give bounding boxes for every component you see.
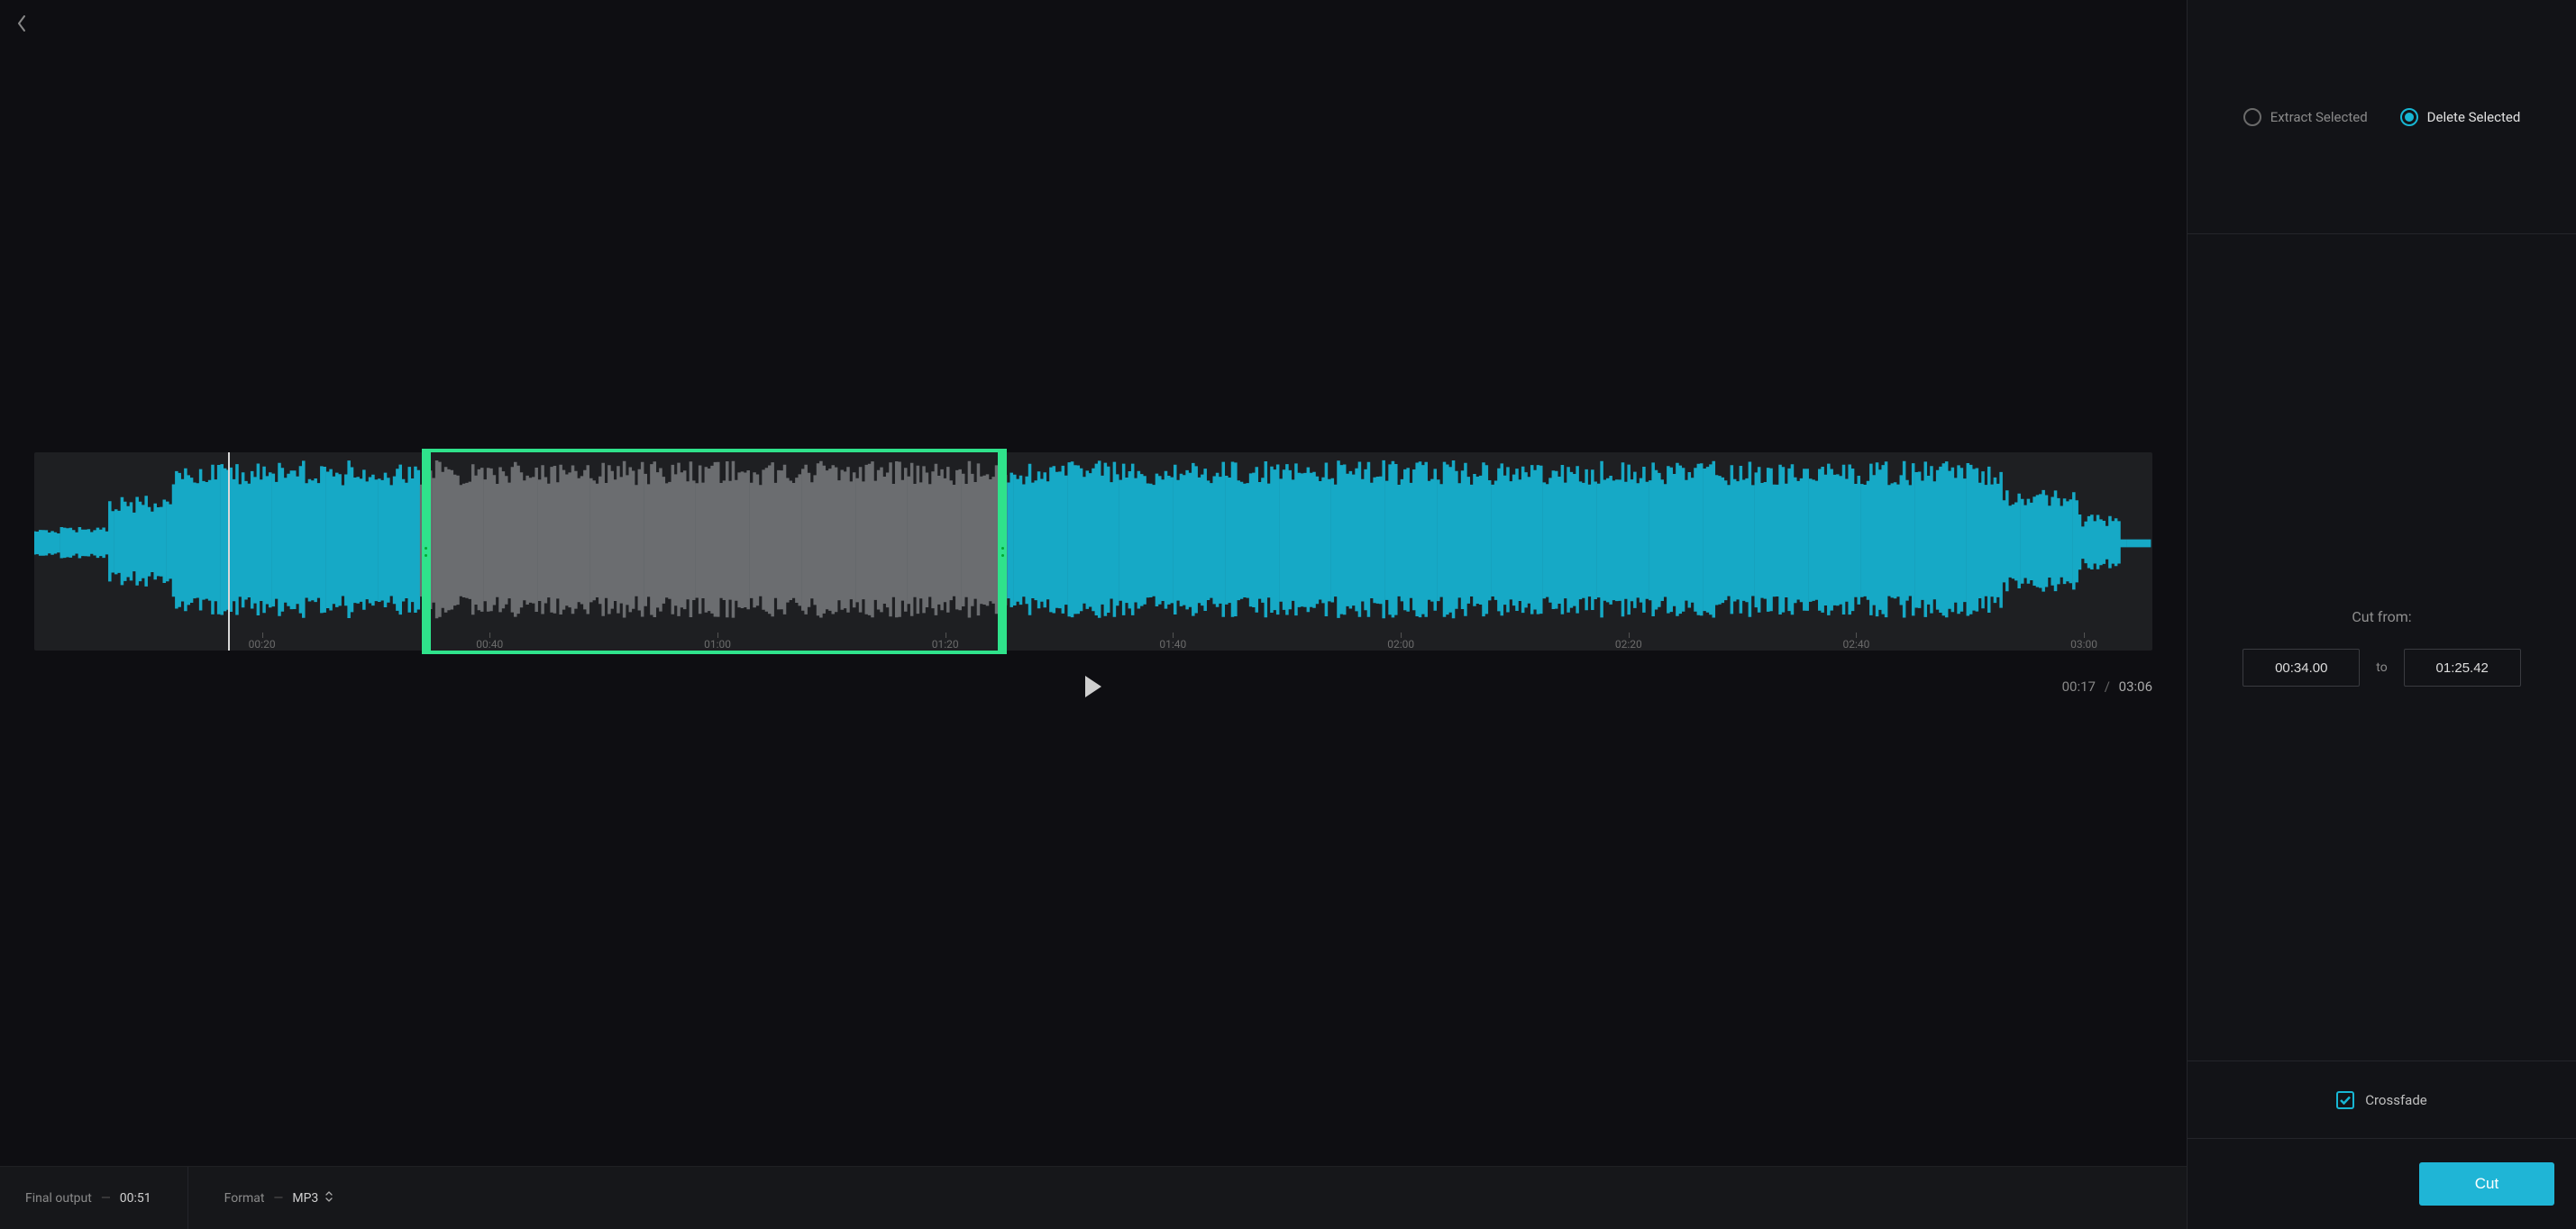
format-label: Format (224, 1191, 265, 1206)
timeline-tick: 02:00 (1387, 638, 1414, 651)
selection-handle-right[interactable] (998, 452, 1007, 651)
time-readout: 00:17 / 03:06 (2062, 678, 2152, 695)
crossfade-label: Crossfade (2365, 1092, 2427, 1108)
format-select[interactable]: MP3 (292, 1191, 333, 1206)
radio-circle-icon (2400, 108, 2418, 126)
final-output-segment: Final output — 00:51 (25, 1191, 151, 1206)
format-value: MP3 (292, 1191, 318, 1206)
sort-caret-icon (325, 1191, 333, 1206)
format-segment: Format — MP3 (224, 1191, 333, 1206)
footer-bar: Final output — 00:51 Format — MP3 (0, 1166, 2187, 1229)
timeline-tick: 00:20 (249, 638, 276, 651)
radio-delete-selected[interactable]: Delete Selected (2400, 108, 2521, 126)
back-button[interactable] (11, 13, 32, 34)
cut-from-label: Cut from: (2352, 608, 2411, 625)
crossfade-checkbox[interactable] (2336, 1091, 2354, 1109)
timeline-tick: 01:00 (704, 638, 731, 651)
final-output-label: Final output (25, 1191, 92, 1206)
check-icon (2340, 1096, 2351, 1105)
current-time: 00:17 (2062, 678, 2096, 695)
cut-button[interactable]: Cut (2419, 1162, 2554, 1206)
final-output-value: 00:51 (120, 1191, 151, 1206)
play-button[interactable] (1078, 671, 1109, 702)
timeline-tick: 01:20 (932, 638, 959, 651)
playhead[interactable] (228, 452, 230, 651)
timeline-tick: 01:40 (1159, 638, 1186, 651)
radio-delete-label: Delete Selected (2427, 109, 2521, 125)
radio-extract-label: Extract Selected (2270, 109, 2368, 125)
timeline-tick: 00:40 (476, 638, 503, 651)
cut-to-input[interactable] (2404, 649, 2521, 687)
waveform-track[interactable]: 00:20 00:40 01:00 01:20 01:40 02:00 02:20 02:40… (34, 452, 2152, 651)
selection-handle-left[interactable] (422, 452, 431, 651)
side-panel: Extract Selected Delete Selected Cut fro… (2187, 0, 2576, 1229)
timeline-tick: 03:00 (2070, 638, 2097, 651)
timeline-ruler: 00:20 00:40 01:00 01:20 01:40 02:00 02:20 02:40… (34, 625, 2152, 651)
play-icon (1083, 675, 1103, 698)
chevron-left-icon (17, 15, 26, 32)
radio-circle-icon (2243, 108, 2261, 126)
timeline-tick: 02:20 (1615, 638, 1642, 651)
time-separator: / (2105, 678, 2110, 695)
cut-to-label: to (2376, 660, 2387, 675)
cut-from-input[interactable] (2243, 649, 2360, 687)
timeline-tick: 02:40 (1843, 638, 1870, 651)
radio-extract-selected[interactable]: Extract Selected (2243, 108, 2368, 126)
waveform-graphic (34, 452, 2152, 651)
total-time: 03:06 (2119, 678, 2152, 695)
